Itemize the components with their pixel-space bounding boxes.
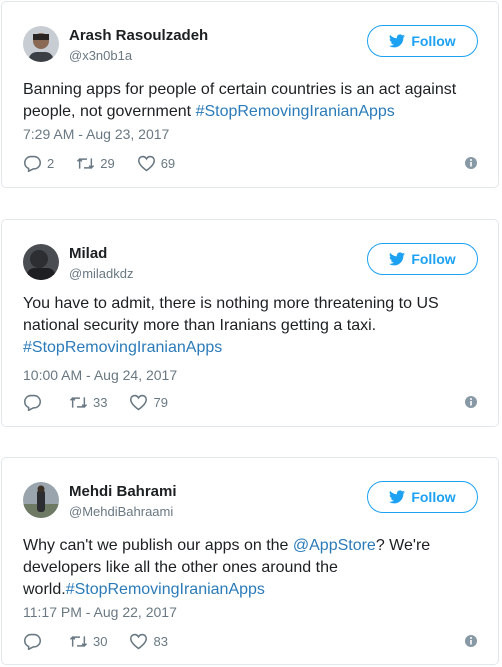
follow-button[interactable]: Follow — [367, 481, 478, 513]
twitter-bird-icon — [389, 34, 406, 48]
reply-icon — [23, 394, 42, 411]
author-name[interactable]: Mehdi Bahrami — [69, 483, 177, 500]
author-handle[interactable]: @x3n0b1a — [69, 48, 132, 63]
tweet-actions: 2 29 69 — [23, 153, 478, 173]
retweet-button[interactable]: 30 — [69, 633, 107, 650]
tweet-card: Mehdi Bahrami @MehdiBahraami Follow Why … — [1, 457, 499, 665]
author-handle[interactable]: @MehdiBahraami — [69, 504, 173, 519]
mention-link[interactable]: @AppStore — [293, 537, 376, 554]
tweet-actions: 30 83 — [23, 631, 478, 651]
tweet-text: Why can't we publish our apps on the @Ap… — [23, 535, 478, 601]
tweet-timestamp[interactable]: 10:00 AM - Aug 24, 2017 — [23, 367, 177, 383]
twitter-bird-icon — [389, 490, 406, 504]
follow-label: Follow — [411, 251, 456, 267]
hashtag-link[interactable]: #StopRemovingIranianApps — [66, 581, 265, 598]
info-icon[interactable] — [464, 395, 478, 409]
retweet-icon — [77, 157, 95, 169]
retweet-icon — [69, 396, 88, 408]
reply-button[interactable]: 2 — [23, 155, 54, 172]
reply-icon — [23, 633, 42, 650]
tweet-actions: 33 79 — [23, 392, 478, 412]
follow-label: Follow — [411, 489, 456, 505]
retweet-count: 29 — [100, 155, 115, 171]
like-button[interactable]: 79 — [129, 394, 168, 411]
avatar[interactable] — [23, 482, 59, 518]
tweet-text: Banning apps for people of certain count… — [23, 79, 478, 123]
avatar[interactable] — [23, 26, 59, 62]
like-button[interactable]: 83 — [129, 633, 168, 650]
retweet-count: 30 — [93, 633, 108, 649]
like-button[interactable]: 69 — [137, 155, 175, 172]
reply-button[interactable] — [23, 394, 47, 411]
hashtag-link[interactable]: #StopRemovingIranianApps — [196, 103, 395, 120]
like-count: 69 — [160, 155, 176, 171]
twitter-bird-icon — [389, 252, 406, 266]
follow-button[interactable]: Follow — [367, 243, 478, 275]
heart-icon — [130, 394, 148, 410]
tweet-timestamp[interactable]: 7:29 AM - Aug 23, 2017 — [23, 126, 169, 142]
retweet-count: 33 — [93, 394, 108, 410]
follow-label: Follow — [411, 33, 456, 49]
tweet-card: Milad @miladkdz Follow You have to admit… — [1, 219, 499, 427]
retweet-button[interactable]: 33 — [69, 394, 107, 411]
tweet-text-body: You have to admit, there is nothing more… — [23, 295, 439, 334]
heart-icon — [130, 633, 148, 649]
author-name[interactable]: Milad — [69, 245, 107, 262]
retweet-icon — [69, 635, 88, 647]
follow-button[interactable]: Follow — [367, 25, 478, 57]
info-icon[interactable] — [464, 634, 478, 648]
tweet-timestamp[interactable]: 11:17 PM - Aug 22, 2017 — [23, 604, 177, 620]
author-handle[interactable]: @miladkdz — [69, 266, 134, 281]
tweet-text: You have to admit, there is nothing more… — [23, 293, 478, 359]
reply-button[interactable] — [23, 633, 47, 650]
reply-count: 2 — [47, 155, 55, 171]
retweet-button[interactable]: 29 — [76, 155, 115, 172]
like-count: 83 — [153, 633, 168, 649]
author-name[interactable]: Arash Rasoulzadeh — [69, 27, 208, 44]
tweet-text-body: Why can't we publish our apps on the — [23, 537, 293, 554]
reply-icon — [23, 155, 42, 172]
heart-icon — [137, 155, 155, 171]
like-count: 79 — [153, 394, 168, 410]
info-icon[interactable] — [464, 156, 478, 170]
tweet-card: Arash Rasoulzadeh @x3n0b1a Follow Bannin… — [1, 1, 499, 188]
hashtag-link[interactable]: #StopRemovingIranianApps — [23, 339, 222, 356]
avatar[interactable] — [23, 244, 59, 280]
